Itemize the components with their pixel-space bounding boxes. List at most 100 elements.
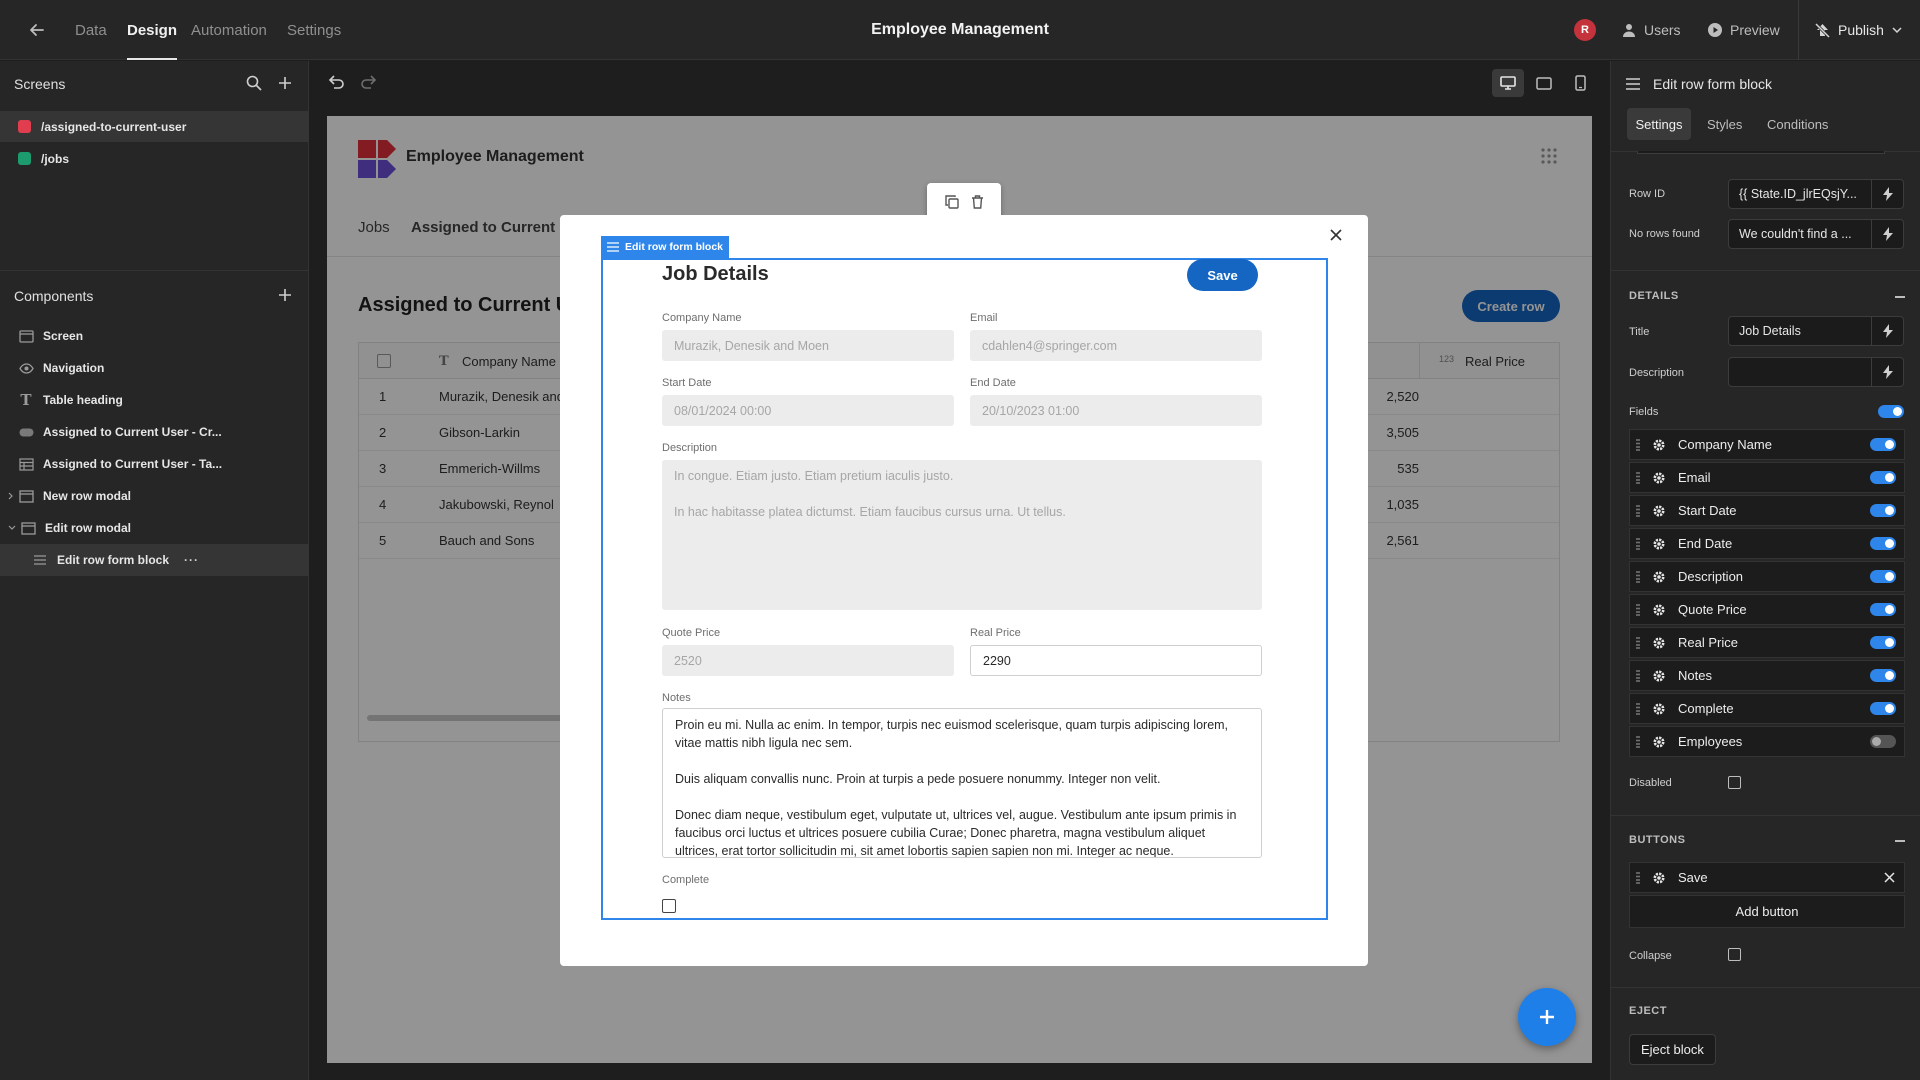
tab-conditions[interactable]: Conditions (1767, 108, 1828, 140)
collapse-section-icon[interactable] (1895, 840, 1905, 842)
bolt-icon[interactable] (1872, 179, 1904, 209)
screen-item-assigned[interactable]: /assigned-to-current-user (0, 111, 309, 142)
collapse-checkbox[interactable] (1728, 948, 1741, 961)
field-toggle[interactable] (1870, 537, 1896, 550)
gear-icon[interactable] (1652, 871, 1666, 885)
row-id-input[interactable]: {{ State.ID_jlrEQsjY... (1728, 179, 1872, 209)
tab-automation[interactable]: Automation (191, 0, 267, 60)
eject-block-button[interactable]: Eject block (1629, 1034, 1716, 1065)
trash-icon[interactable] (971, 195, 984, 209)
desktop-view-button[interactable] (1492, 69, 1524, 97)
field-item[interactable]: Employees (1629, 726, 1905, 757)
component-item-edit-row-form-block[interactable]: Edit row form block ··· (0, 544, 309, 576)
remove-icon[interactable] (1884, 872, 1895, 883)
undo-icon[interactable] (327, 74, 345, 90)
more-options-icon[interactable]: ··· (184, 553, 199, 567)
publish-button[interactable]: Publish (1814, 0, 1903, 60)
field-item[interactable]: Description (1629, 561, 1905, 592)
drag-handle-icon[interactable] (1636, 702, 1644, 715)
users-button[interactable]: Users (1621, 0, 1681, 60)
gear-icon[interactable] (1652, 471, 1666, 485)
field-toggle[interactable] (1870, 438, 1896, 451)
tab-data[interactable]: Data (75, 0, 107, 60)
button-item-save[interactable]: Save (1629, 862, 1905, 893)
drag-handle-icon[interactable] (1636, 471, 1644, 484)
field-toggle[interactable] (1870, 570, 1896, 583)
add-screen-icon[interactable] (276, 74, 294, 92)
real-price-input[interactable]: 2290 (970, 645, 1262, 676)
disabled-checkbox[interactable] (1728, 776, 1741, 789)
field-toggle[interactable] (1870, 504, 1896, 517)
fields-master-toggle[interactable] (1878, 405, 1904, 418)
drag-handle-icon[interactable] (1636, 537, 1644, 550)
field-toggle[interactable] (1870, 702, 1896, 715)
field-toggle[interactable] (1870, 471, 1896, 484)
drag-handle-icon[interactable] (1636, 570, 1644, 583)
add-button[interactable]: Add button (1629, 895, 1905, 928)
chevron-right-icon[interactable] (8, 492, 14, 500)
start-date-input[interactable]: 08/01/2024 00:00 (662, 395, 954, 426)
tab-settings[interactable]: Settings (1627, 108, 1691, 140)
mobile-view-button[interactable] (1564, 69, 1596, 97)
component-item-navigation[interactable]: Navigation (0, 352, 309, 384)
email-input[interactable]: cdahlen4@springer.com (970, 330, 1262, 361)
quote-price-input[interactable]: 2520 (662, 645, 954, 676)
field-item[interactable]: Quote Price (1629, 594, 1905, 625)
drag-handle-icon[interactable] (1636, 669, 1644, 682)
tab-styles[interactable]: Styles (1707, 108, 1742, 140)
bolt-icon[interactable] (1872, 357, 1904, 387)
gear-icon[interactable] (1652, 669, 1666, 683)
field-item[interactable]: End Date (1629, 528, 1905, 559)
user-avatar[interactable]: R (1574, 0, 1596, 60)
field-item[interactable]: Start Date (1629, 495, 1905, 526)
no-rows-input[interactable]: We couldn't find a ... (1728, 219, 1872, 249)
field-item[interactable]: Company Name (1629, 429, 1905, 460)
bolt-icon[interactable] (1872, 219, 1904, 249)
drag-handle-icon[interactable] (1636, 438, 1644, 451)
gear-icon[interactable] (1652, 570, 1666, 584)
field-toggle[interactable] (1870, 603, 1896, 616)
drag-handle-icon[interactable] (1636, 871, 1644, 884)
bolt-icon[interactable] (1872, 316, 1904, 346)
component-item-screen[interactable]: Screen (0, 320, 309, 352)
gear-icon[interactable] (1652, 438, 1666, 452)
search-icon[interactable] (245, 74, 263, 92)
field-toggle[interactable] (1870, 636, 1896, 649)
back-arrow-icon[interactable] (28, 0, 46, 60)
field-item[interactable]: Notes (1629, 660, 1905, 691)
gear-icon[interactable] (1652, 537, 1666, 551)
gear-icon[interactable] (1652, 636, 1666, 650)
add-component-icon[interactable] (276, 286, 294, 304)
tab-settings[interactable]: Settings (287, 0, 341, 60)
drag-handle-icon[interactable] (1636, 735, 1644, 748)
component-item-edit-row-modal[interactable]: Edit row modal (0, 512, 309, 544)
drag-handle-icon[interactable] (1636, 603, 1644, 616)
field-item[interactable]: Real Price (1629, 627, 1905, 658)
collapse-section-icon[interactable] (1895, 296, 1905, 298)
redo-icon[interactable] (360, 74, 378, 90)
field-toggle[interactable] (1870, 735, 1896, 748)
gear-icon[interactable] (1652, 603, 1666, 617)
field-toggle[interactable] (1870, 669, 1896, 682)
component-item-table-heading[interactable]: T Table heading (0, 384, 309, 416)
gear-icon[interactable] (1652, 504, 1666, 518)
add-fab-button[interactable] (1518, 988, 1576, 1046)
gear-icon[interactable] (1652, 735, 1666, 749)
notes-textarea[interactable]: Proin eu mi. Nulla ac enim. In tempor, t… (662, 708, 1262, 858)
tablet-view-button[interactable] (1528, 69, 1560, 97)
complete-checkbox[interactable] (662, 899, 676, 913)
description-input[interactable] (1728, 357, 1872, 387)
close-icon[interactable] (1329, 228, 1343, 242)
component-item-new-row-modal[interactable]: New row modal (0, 480, 309, 512)
drag-handle-icon[interactable] (1636, 636, 1644, 649)
field-item[interactable]: Complete (1629, 693, 1905, 724)
description-textarea[interactable]: In congue. Etiam justo. Etiam pretium ia… (662, 460, 1262, 610)
end-date-input[interactable]: 20/10/2023 01:00 (970, 395, 1262, 426)
title-input[interactable]: Job Details (1728, 316, 1872, 346)
field-item[interactable]: Email (1629, 462, 1905, 493)
gear-icon[interactable] (1652, 702, 1666, 716)
chevron-down-icon[interactable] (8, 525, 16, 531)
preview-button[interactable]: Preview (1707, 0, 1780, 60)
company-name-input[interactable]: Murazik, Denesik and Moen (662, 330, 954, 361)
tab-design[interactable]: Design (127, 0, 178, 60)
